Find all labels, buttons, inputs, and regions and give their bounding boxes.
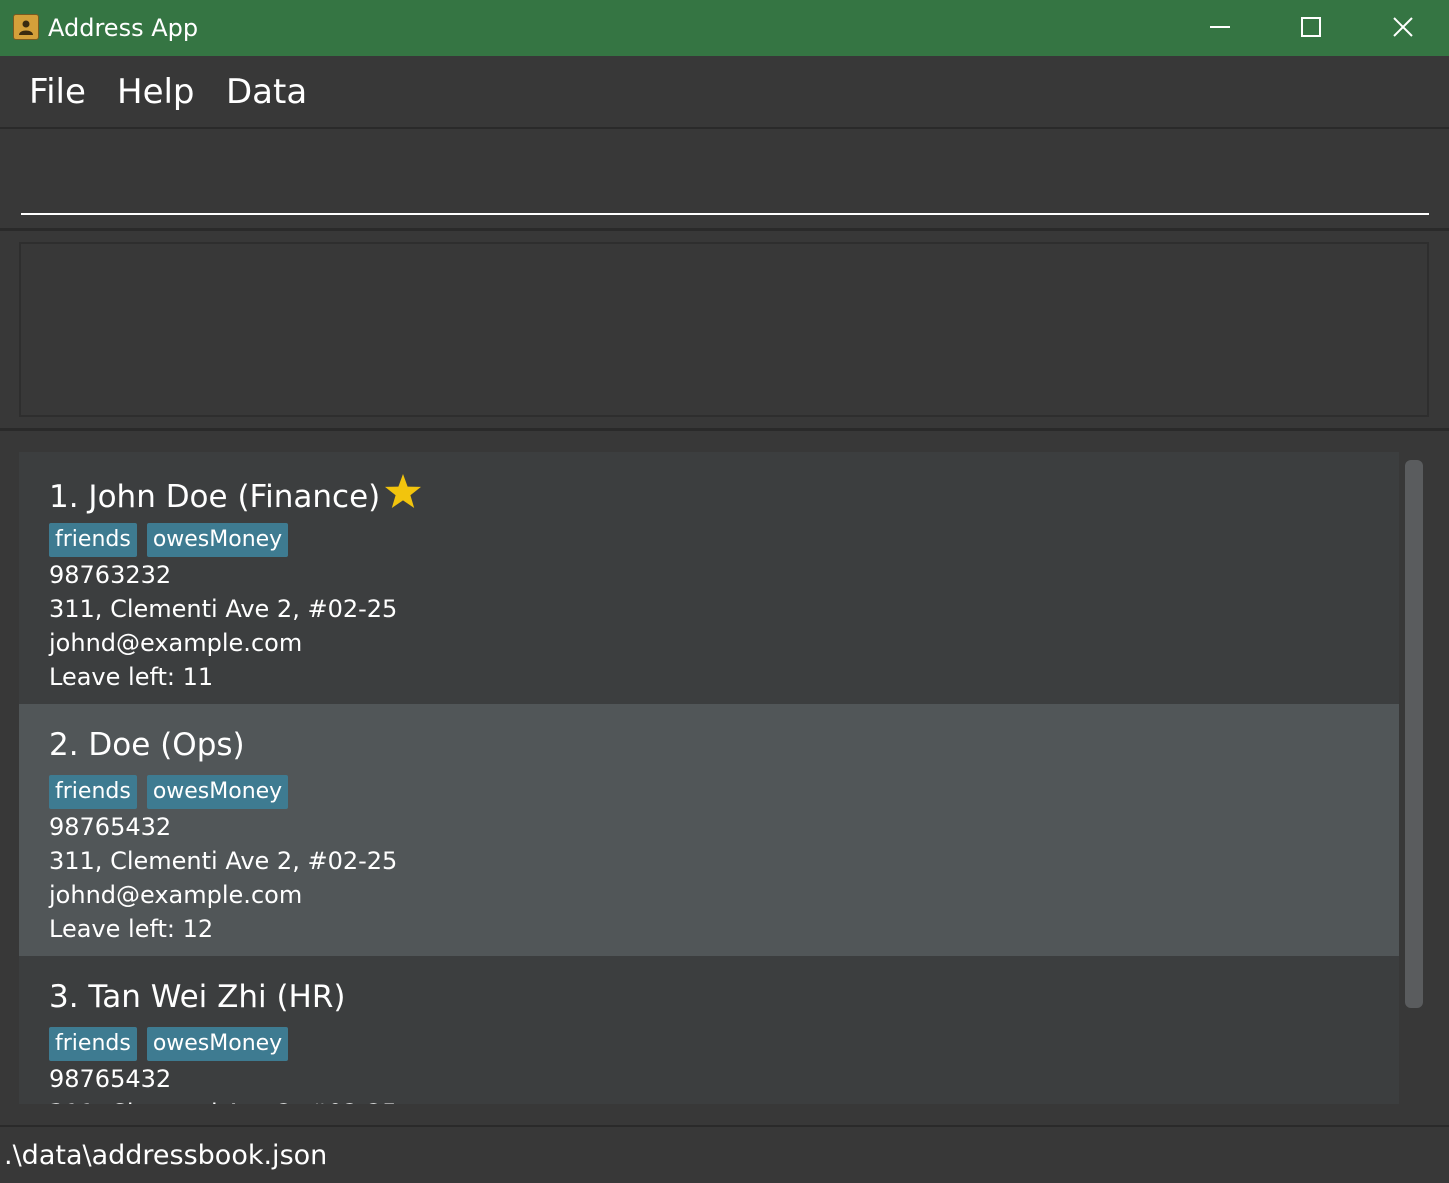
result-display-panel	[0, 231, 1449, 431]
person-name: 1. John Doe (Finance)	[49, 479, 381, 515]
person-email: johnd@example.com	[49, 881, 303, 909]
person-address: 311, Clementi Ave 2, #02-25	[49, 847, 398, 875]
person-list[interactable]: 1. John Doe (Finance) friends owesMoney 9…	[19, 452, 1399, 1104]
star-icon	[385, 474, 422, 508]
person-phone: 98765432	[49, 813, 172, 841]
tag: owesMoney	[146, 775, 289, 809]
command-box-panel	[0, 129, 1449, 231]
tag: owesMoney	[146, 523, 289, 557]
person-card-selected[interactable]: 2. Doe (Ops) friends owesMoney 98765432 3…	[19, 704, 1399, 956]
person-name-row: 3. Tan Wei Zhi (HR)	[49, 977, 346, 1017]
person-phone: 98763232	[49, 561, 172, 589]
person-name-row: 1. John Doe (Finance)	[49, 473, 422, 517]
person-leave: Leave left: 12	[49, 915, 214, 943]
command-input[interactable]	[21, 129, 1429, 215]
person-card[interactable]: 3. Tan Wei Zhi (HR) friends owesMoney 987…	[19, 956, 1399, 1104]
status-bar: .\data\addressbook.json	[0, 1125, 1449, 1183]
person-card[interactable]: 1. John Doe (Finance) friends owesMoney 9…	[19, 452, 1399, 704]
menu-help[interactable]: Help	[117, 72, 195, 112]
person-name: 2. Doe (Ops)	[49, 727, 245, 763]
close-button[interactable]	[1357, 0, 1449, 56]
tag: friends	[49, 1027, 137, 1061]
address-book-icon	[13, 14, 39, 40]
window-title: Address App	[48, 14, 199, 42]
tag: friends	[49, 775, 137, 809]
close-icon	[1393, 17, 1413, 37]
title-bar[interactable]: Address App	[0, 0, 1449, 56]
person-address: 311, Clementi Ave 2, #02-25	[49, 1096, 397, 1104]
person-leave: Leave left: 11	[49, 663, 214, 691]
address-app-window: Address App File Help Data 1. John Doe (…	[0, 0, 1449, 1183]
tag-list: friends owesMoney	[49, 775, 298, 809]
menu-bar: File Help Data	[0, 56, 1449, 129]
person-name-row: 2. Doe (Ops)	[49, 725, 245, 765]
save-location-path: .\data\addressbook.json	[4, 1140, 328, 1171]
maximize-button[interactable]	[1265, 0, 1357, 56]
maximize-icon	[1301, 17, 1321, 37]
minimize-button[interactable]	[1174, 0, 1266, 56]
person-address: 311, Clementi Ave 2, #02-25	[49, 595, 398, 623]
menu-data[interactable]: Data	[226, 72, 307, 112]
menu-file[interactable]: File	[29, 72, 86, 112]
tag-list: friends owesMoney	[49, 523, 298, 557]
tag: friends	[49, 523, 137, 557]
minimize-icon	[1210, 26, 1230, 28]
result-display[interactable]	[19, 242, 1429, 417]
person-list-panel: 1. John Doe (Finance) friends owesMoney 9…	[0, 431, 1449, 1125]
person-name: 3. Tan Wei Zhi (HR)	[49, 979, 346, 1015]
tag: owesMoney	[146, 1027, 289, 1061]
person-list-scrollbar[interactable]	[1403, 452, 1425, 1106]
tag-list: friends owesMoney	[49, 1027, 298, 1061]
scrollbar-thumb[interactable]	[1405, 460, 1423, 1008]
person-phone: 98765432	[49, 1065, 172, 1093]
person-email: johnd@example.com	[49, 629, 303, 657]
